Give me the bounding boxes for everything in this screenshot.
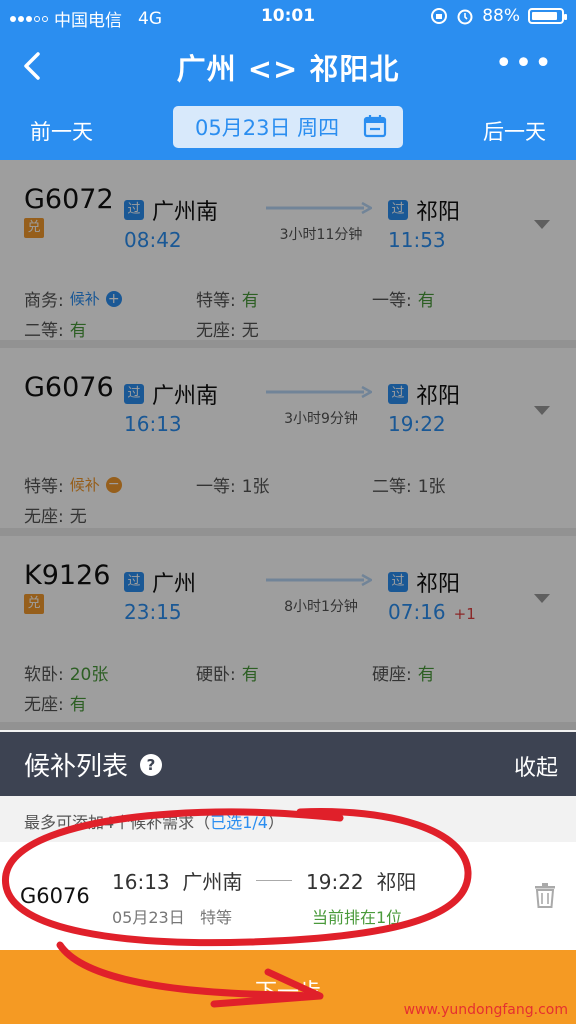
candidate-train-number: G6076	[20, 884, 90, 908]
candidate-departure: 16:13 广州南	[112, 866, 242, 895]
candidate-arr-station: 祁阳	[376, 870, 417, 894]
selected-count: 已选1/4	[210, 813, 268, 832]
candidate-arrival: 19:22 祁阳	[306, 866, 416, 895]
calendar-icon	[363, 115, 387, 138]
hint-label: 最多可添加4个候补需求（	[24, 813, 211, 832]
collapse-button[interactable]: 收起	[514, 750, 558, 782]
date-picker[interactable]: 05月23日 周四	[173, 106, 403, 148]
status-right: 88%	[430, 6, 567, 26]
nav-bar: 广州 <> 祁阳北 •••	[0, 34, 576, 98]
waitlist-item[interactable]: G6076 16:13 广州南 19:22 祁阳 05月23日 特等 当前排在1…	[0, 842, 576, 950]
candidate-date: 05月23日	[112, 908, 185, 927]
waitlist-panel-header: 候补列表 ? 收起	[0, 732, 576, 796]
next-day-button[interactable]: 后一天	[483, 116, 546, 146]
page-title: 广州 <> 祁阳北	[176, 52, 400, 86]
waitlist-title-group: 候补列表 ?	[24, 746, 163, 783]
help-icon[interactable]: ?	[140, 753, 163, 776]
watermark: www.yundongfang.com	[403, 1002, 568, 1018]
hint-end: ）	[267, 813, 284, 832]
rotation-lock-icon	[431, 8, 448, 24]
trash-icon[interactable]	[534, 882, 556, 908]
queue-rank: 当前排在1位	[312, 908, 403, 927]
modal-dim-overlay[interactable]	[0, 160, 576, 730]
status-bar: 中国电信 4G 10:01 88%	[0, 0, 576, 34]
previous-day-button[interactable]: 前一天	[30, 116, 93, 146]
candidate-details: 05月23日 特等	[112, 904, 232, 928]
waitlist-hint: 最多可添加4个候补需求（已选1/4）	[0, 796, 576, 842]
waitlist-hint-text: 最多可添加4个候补需求（已选1/4）	[24, 809, 284, 833]
route-line	[256, 880, 292, 881]
candidate-dep-time: 16:13	[112, 870, 170, 894]
alarm-icon	[457, 9, 473, 25]
battery-icon	[528, 8, 567, 24]
date-bar: 前一天 05月23日 周四 后一天	[0, 98, 576, 160]
candidate-dep-station: 广州南	[182, 870, 243, 894]
candidate-seat-class: 特等	[200, 908, 233, 927]
candidate-arr-time: 19:22	[306, 870, 364, 894]
battery-percent: 88%	[482, 6, 520, 26]
more-options-icon[interactable]: •••	[495, 49, 554, 79]
selected-date: 05月23日 周四	[195, 116, 340, 140]
waitlist-title: 候补列表	[24, 752, 129, 782]
